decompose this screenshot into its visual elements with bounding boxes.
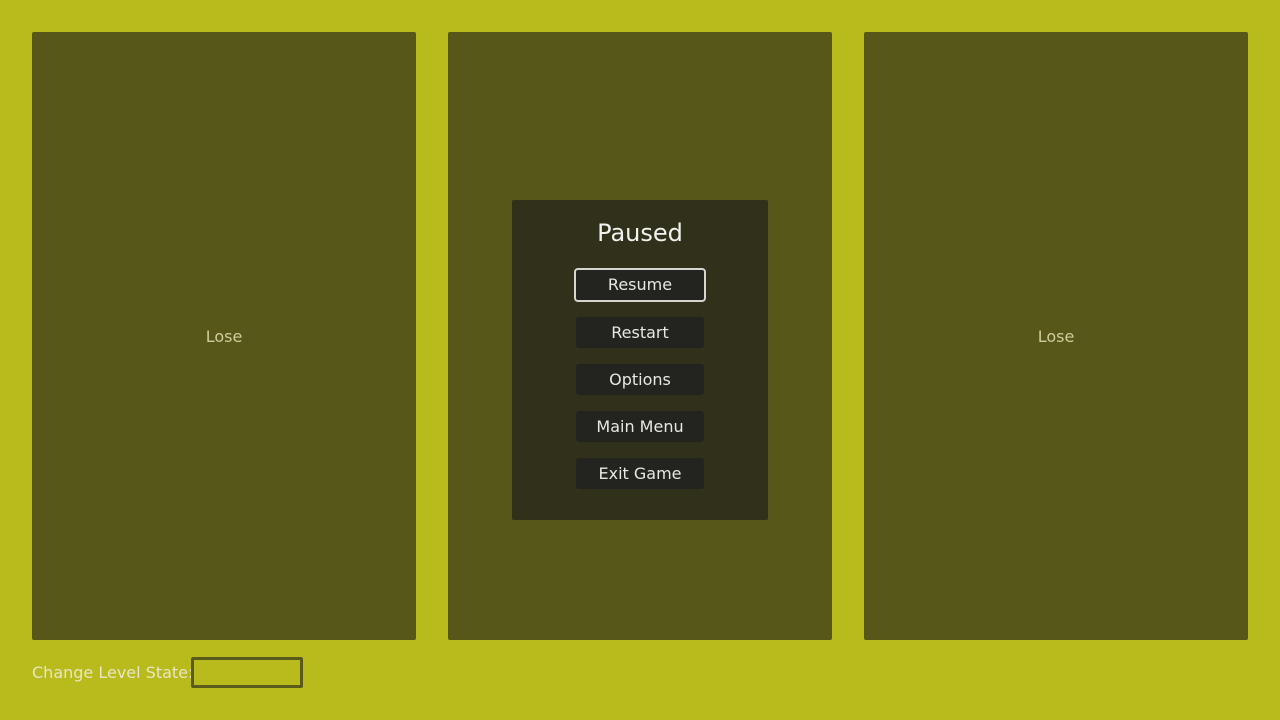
lose-panel-right: Lose — [864, 32, 1248, 640]
lose-panel-left: Lose — [32, 32, 416, 640]
exit-game-button[interactable]: Exit Game — [576, 458, 704, 489]
pause-menu-dialog: Paused Resume Restart Options Main Menu … — [512, 200, 768, 520]
change-level-state-input[interactable] — [191, 657, 303, 688]
panel-label-left: Lose — [205, 327, 243, 346]
pause-title: Paused — [597, 219, 683, 247]
change-level-state-label: Change Level State: — [32, 663, 194, 682]
restart-button[interactable]: Restart — [576, 317, 704, 348]
panel-label-right: Lose — [1037, 327, 1075, 346]
options-button[interactable]: Options — [576, 364, 704, 395]
resume-button[interactable]: Resume — [574, 268, 706, 302]
main-menu-button[interactable]: Main Menu — [576, 411, 704, 442]
